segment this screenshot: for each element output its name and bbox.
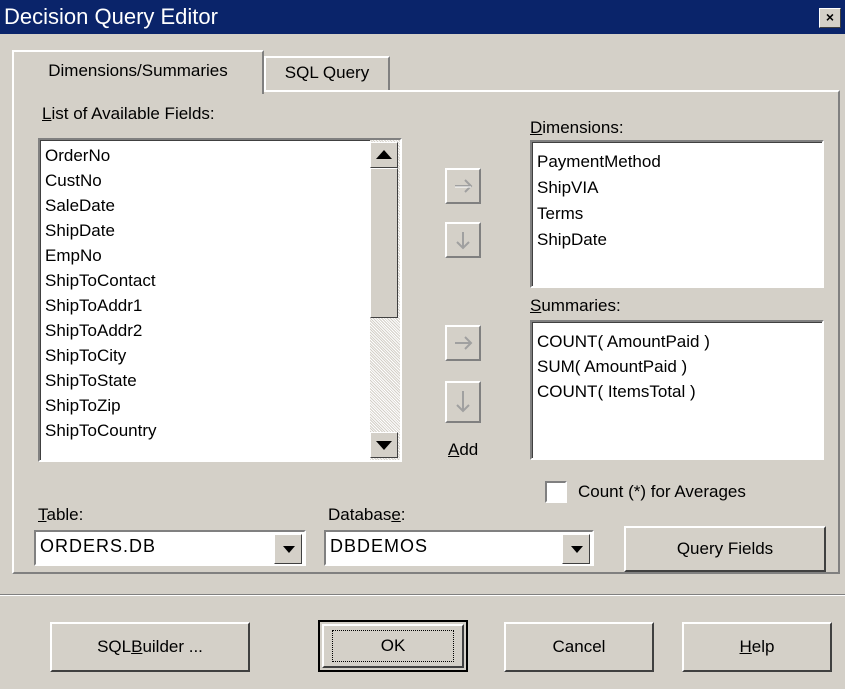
title-bar: Decision Query Editor × <box>0 0 845 34</box>
count-averages-checkbox[interactable] <box>545 481 567 503</box>
list-item[interactable]: EmpNo <box>45 243 102 268</box>
help-button[interactable]: Help <box>682 622 832 672</box>
close-icon[interactable]: × <box>819 8 841 28</box>
dimensions-label: Dimensions: <box>530 118 624 137</box>
database-label: Database: <box>328 505 406 524</box>
available-fields-list[interactable]: OrderNo CustNo SaleDate ShipDate EmpNo S… <box>38 138 402 462</box>
window-title: Decision Query Editor <box>4 4 218 29</box>
list-item[interactable]: COUNT( ItemsTotal ) <box>537 379 696 404</box>
list-item[interactable]: ShipToZip <box>45 393 121 418</box>
cancel-button[interactable]: Cancel <box>504 622 654 672</box>
available-fields-label: List of Available Fields: <box>42 104 215 123</box>
divider <box>0 594 845 596</box>
chevron-down-icon[interactable] <box>274 534 302 564</box>
list-item[interactable]: ShipVIA <box>537 175 598 201</box>
add-dimension-arrow-icon[interactable] <box>445 168 481 204</box>
list-item[interactable]: ShipToCity <box>45 343 126 368</box>
list-item[interactable]: ShipToCountry <box>45 418 157 443</box>
sql-builder-button[interactable]: SQL Builder ... <box>50 622 250 672</box>
list-item[interactable]: OrderNo <box>45 143 110 168</box>
list-item[interactable]: Terms <box>537 201 583 227</box>
list-item[interactable]: ShipDate <box>45 218 115 243</box>
chevron-down-icon[interactable] <box>562 534 590 564</box>
tab-label: SQL Query <box>284 63 370 82</box>
list-item[interactable]: ShipToState <box>45 368 137 393</box>
ok-button[interactable]: OK <box>318 620 468 672</box>
list-item[interactable]: CustNo <box>45 168 102 193</box>
dimensions-list[interactable]: PaymentMethod ShipVIA Terms ShipDate <box>530 140 824 288</box>
query-fields-button[interactable]: Query Fields <box>624 526 826 572</box>
count-averages-label: Count (*) for Averages <box>578 482 746 501</box>
remove-dimension-arrow-icon[interactable] <box>445 222 481 258</box>
database-value: DBDEMOS <box>330 536 429 556</box>
scroll-up-icon[interactable] <box>370 142 398 168</box>
tab-label: Dimensions/Summaries <box>48 61 228 80</box>
list-item[interactable]: COUNT( AmountPaid ) <box>537 329 710 354</box>
tab-dimensions-summaries[interactable]: Dimensions/Summaries <box>12 50 264 94</box>
list-item[interactable]: SUM( AmountPaid ) <box>537 354 687 379</box>
summaries-list[interactable]: COUNT( AmountPaid ) SUM( AmountPaid ) CO… <box>530 320 824 460</box>
table-select[interactable]: ORDERS.DB <box>34 530 306 566</box>
summaries-label: Summaries: <box>530 296 621 315</box>
list-item[interactable]: ShipToAddr1 <box>45 293 142 318</box>
list-item[interactable]: SaleDate <box>45 193 115 218</box>
list-item[interactable]: ShipDate <box>537 227 607 253</box>
list-item[interactable]: ShipToContact <box>45 268 156 293</box>
table-value: ORDERS.DB <box>40 536 157 556</box>
add-label: Add <box>448 440 479 459</box>
scrollbar[interactable] <box>370 140 400 460</box>
add-summary-arrow-icon[interactable] <box>445 325 481 361</box>
scroll-down-icon[interactable] <box>370 432 398 458</box>
list-item[interactable]: ShipToAddr2 <box>45 318 142 343</box>
tab-sql-query[interactable]: SQL Query <box>264 56 390 90</box>
list-item[interactable]: PaymentMethod <box>537 149 661 175</box>
database-select[interactable]: DBDEMOS <box>324 530 594 566</box>
table-label: Table: <box>38 505 84 524</box>
remove-summary-arrow-icon[interactable] <box>445 381 481 423</box>
scroll-thumb[interactable] <box>370 168 398 318</box>
list-item-partial <box>45 443 50 457</box>
